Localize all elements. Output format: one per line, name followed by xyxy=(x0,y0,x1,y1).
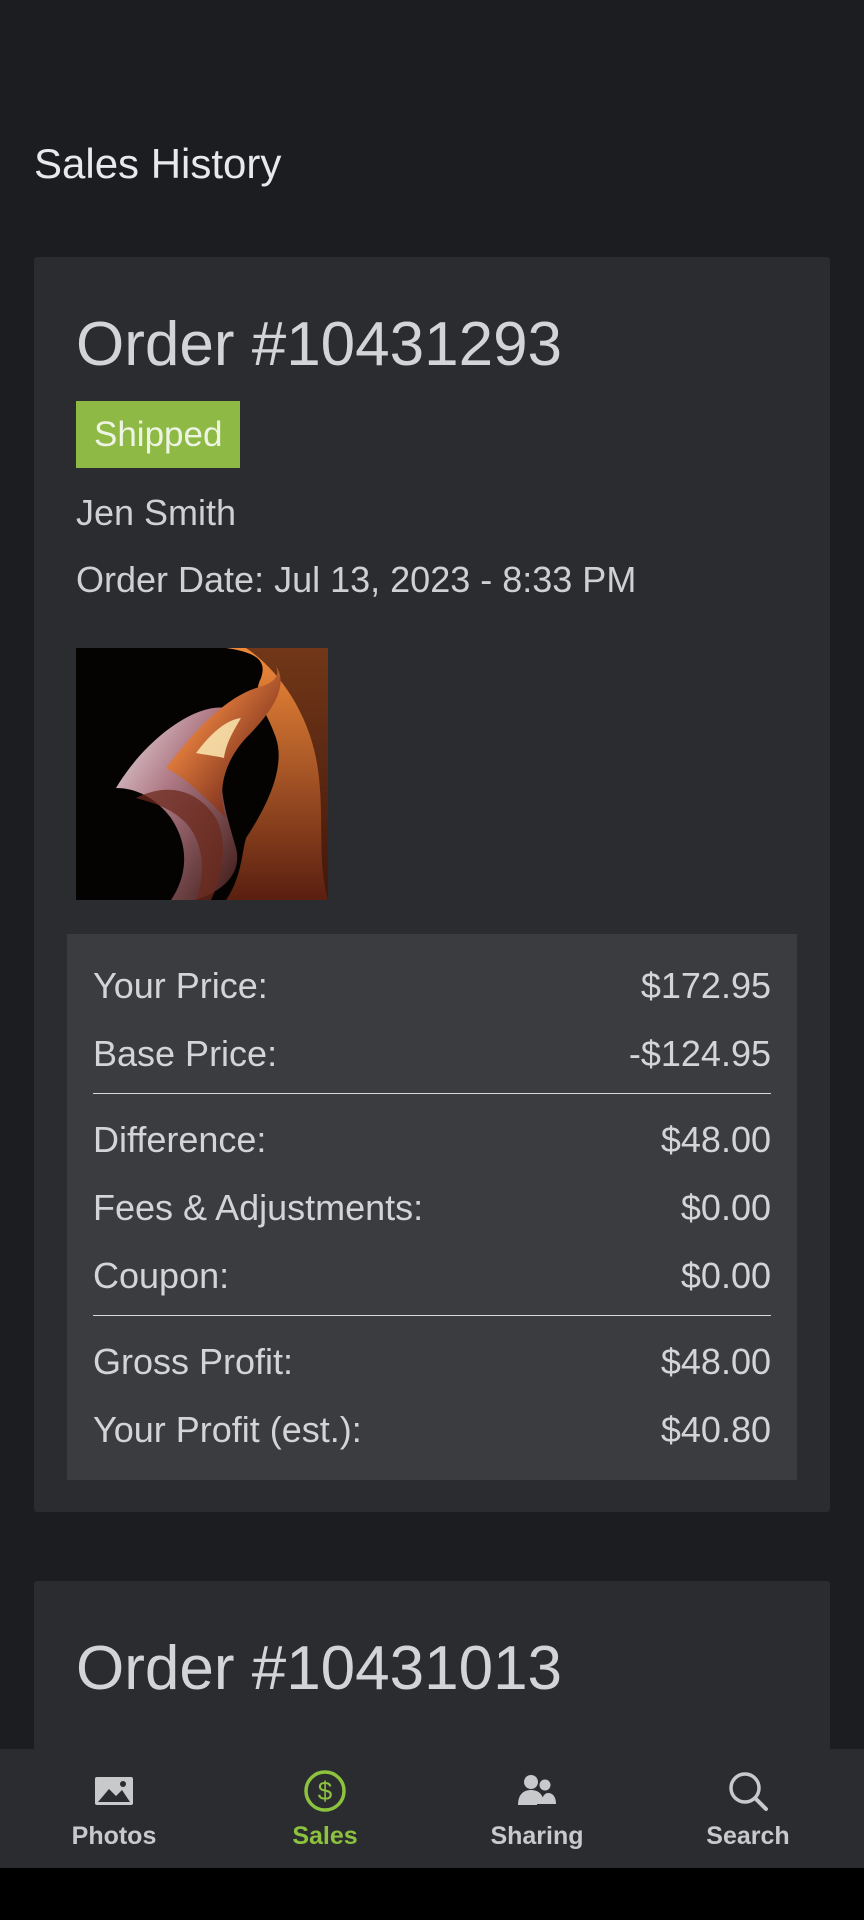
nav-sharing[interactable]: Sharing xyxy=(437,1749,637,1868)
order-title: Order #10431293 xyxy=(76,310,563,379)
nav-label-photos: Photos xyxy=(71,1822,157,1850)
your-profit-value: $40.80 xyxy=(660,1409,771,1450)
status-badge: Shipped xyxy=(76,401,241,468)
nav-sales[interactable]: $ Sales xyxy=(225,1749,425,1868)
your-price-row: Your Price: $172.95 xyxy=(93,965,771,1015)
fees-value: $0.00 xyxy=(680,1187,771,1228)
your-profit-row: Your Profit (est.): $40.80 xyxy=(93,1409,771,1459)
nav-label-sales: Sales xyxy=(292,1822,358,1850)
canyon-photo xyxy=(76,648,328,900)
base-price-label: Base Price: xyxy=(93,1033,278,1074)
coupon-label: Coupon: xyxy=(93,1255,230,1296)
dollar-icon: $ xyxy=(304,1770,346,1812)
difference-value: $48.00 xyxy=(660,1119,771,1160)
order-title: Order #10431013 xyxy=(76,1634,563,1703)
base-price-row: Base Price: -$124.95 xyxy=(93,1033,771,1083)
order-date-label: Order Date: xyxy=(76,559,265,600)
system-nav-bar xyxy=(0,1868,864,1920)
product-thumbnail[interactable] xyxy=(76,648,328,900)
gross-profit-value: $48.00 xyxy=(660,1341,771,1382)
page-title: Sales History xyxy=(34,140,282,187)
app-header: Sales History xyxy=(0,0,864,228)
your-price-label: Your Price: xyxy=(93,965,268,1006)
nav-search[interactable]: Search xyxy=(648,1749,848,1868)
nav-label-sharing: Sharing xyxy=(490,1822,584,1850)
fees-label: Fees & Adjustments: xyxy=(93,1187,424,1228)
fees-row: Fees & Adjustments: $0.00 xyxy=(93,1187,771,1237)
search-icon xyxy=(729,1772,768,1811)
gross-profit-label: Gross Profit: xyxy=(93,1341,294,1382)
nav-photos[interactable]: Photos xyxy=(14,1749,214,1868)
difference-row: Difference: $48.00 xyxy=(93,1119,771,1169)
your-profit-label: Your Profit (est.): xyxy=(93,1409,362,1450)
base-price-value: -$124.95 xyxy=(628,1033,771,1074)
divider xyxy=(93,1093,771,1094)
people-icon xyxy=(518,1775,556,1806)
divider xyxy=(93,1315,771,1316)
order-date-value: Jul 13, 2023 - 8:33 PM xyxy=(274,559,637,600)
gross-profit-row: Gross Profit: $48.00 xyxy=(93,1341,771,1391)
difference-label: Difference: xyxy=(93,1119,267,1160)
customer-name: Jen Smith xyxy=(76,492,237,533)
coupon-value: $0.00 xyxy=(680,1255,771,1296)
order-date: Order Date: Jul 13, 2023 - 8:33 PM xyxy=(76,559,636,601)
bottom-nav: Photos $ Sales Sharing Search xyxy=(0,1749,864,1868)
svg-text:$: $ xyxy=(318,1776,333,1806)
photo-icon xyxy=(95,1777,133,1805)
coupon-row: Coupon: $0.00 xyxy=(93,1255,771,1305)
nav-label-search: Search xyxy=(706,1822,790,1850)
your-price-value: $172.95 xyxy=(640,965,771,1006)
order-card[interactable]: Order #10431293 Shipped Jen Smith Order … xyxy=(34,257,830,1512)
price-breakdown: Your Price: $172.95 Base Price: -$124.95… xyxy=(67,934,797,1480)
